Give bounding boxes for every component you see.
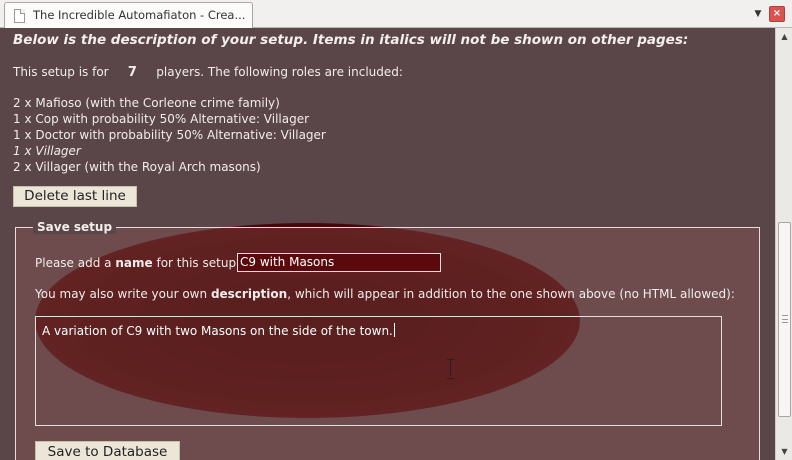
desc-label-bold: description (210, 287, 288, 301)
ibeam-cursor-icon (447, 359, 455, 379)
name-label-bold: name (115, 256, 153, 270)
role-line-hidden: 1 x Villager (13, 144, 81, 158)
tab-active[interactable]: The Incredible Automafiaton - Crea... (4, 2, 253, 28)
scroll-up-arrow-icon[interactable]: ▲ (777, 28, 792, 45)
desc-label-post: , which will appear in addition to the o… (287, 287, 735, 301)
setup-name-input[interactable]: C9 with Masons (237, 253, 441, 272)
players-count: 7 (127, 65, 137, 80)
players-line: This setup is for 7 players. The followi… (13, 65, 403, 80)
description-textarea[interactable]: A variation of C9 with two Masons on the… (35, 316, 722, 426)
name-label-post: for this setup: (156, 256, 241, 270)
desc-label-pre: You may also write your own (35, 287, 208, 301)
text-caret (393, 323, 395, 337)
roles-list: 2 x Mafioso (with the Corleone crime fam… (13, 95, 326, 175)
role-line: 1 x Cop with probability 50% Alternative… (13, 112, 310, 126)
players-prefix: This setup is for (13, 65, 109, 79)
delete-last-line-button[interactable]: Delete last line (13, 186, 137, 207)
page-heading: Below is the description of your setup. … (13, 32, 689, 48)
name-label: Please add a name for this setup: (35, 256, 240, 270)
role-line: 1 x Doctor with probability 50% Alternat… (13, 128, 326, 142)
grip-icon (782, 315, 788, 323)
page-content: Below is the description of your setup. … (0, 28, 775, 460)
tab-bar: The Incredible Automafiaton - Crea... ▼ … (0, 0, 792, 28)
scrollbar-thumb[interactable] (778, 222, 791, 417)
close-icon[interactable]: × (769, 6, 785, 22)
chevron-down-icon[interactable]: ▼ (748, 3, 768, 25)
name-label-pre: Please add a (35, 256, 112, 270)
scroll-down-arrow-icon[interactable]: ▼ (777, 443, 792, 460)
save-to-database-button[interactable]: Save to Database (35, 441, 180, 460)
document-icon (14, 9, 25, 23)
role-line: 2 x Mafioso (with the Corleone crime fam… (13, 96, 280, 110)
role-line: 2 x Villager (with the Royal Arch masons… (13, 160, 261, 174)
tab-title: The Incredible Automafiaton - Crea... (33, 8, 246, 22)
vertical-scrollbar[interactable]: ▲ ▼ (775, 28, 792, 460)
save-setup-legend: Save setup (33, 220, 117, 234)
description-label: You may also write your own description,… (35, 287, 735, 301)
players-suffix: players. The following roles are include… (156, 65, 403, 79)
browser-window: The Incredible Automafiaton - Crea... ▼ … (0, 0, 792, 460)
description-text: A variation of C9 with two Masons on the… (42, 324, 393, 338)
